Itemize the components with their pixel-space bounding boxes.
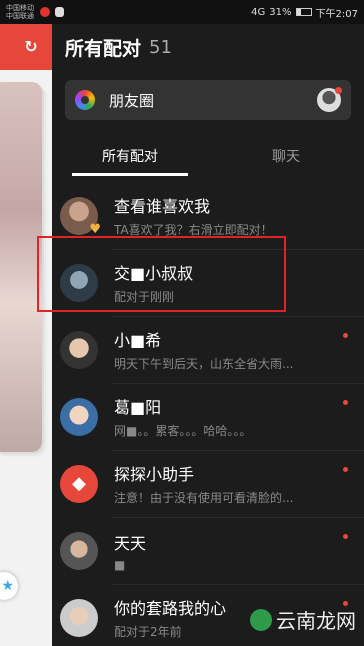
status-right: 4G 31% 下午2:07 xyxy=(251,5,358,20)
fox-logo-icon: ◆ xyxy=(60,464,98,503)
item-name: 探探小助手 xyxy=(114,465,195,484)
unread-dot xyxy=(343,467,348,472)
battery-percent: 31% xyxy=(269,6,292,18)
carrier-info: 中国移动 中国联通 xyxy=(6,4,34,20)
status-bar: 中国移动 中国联通 4G 31% 下午2:07 xyxy=(0,0,364,24)
matches-header: 所有配对 51 xyxy=(52,24,364,70)
profile-card-stack[interactable] xyxy=(0,82,42,452)
moments-color-icon xyxy=(75,90,95,110)
swipe-panel-header: ↻ xyxy=(0,24,52,70)
refresh-icon[interactable]: ↻ xyxy=(22,38,40,56)
list-item[interactable]: 葛■阳 网■。。累客。。。哈哈。。。 xyxy=(52,383,364,450)
item-subtitle: 注意！由于没有使用可看清脸的... xyxy=(114,491,294,505)
unread-dot xyxy=(343,400,348,405)
page-title: 所有配对 xyxy=(65,37,142,60)
avatar: ♥ xyxy=(60,196,101,237)
tab-chat[interactable]: 聊天 xyxy=(208,142,364,176)
carrier-2: 中国联通 xyxy=(6,12,34,20)
notification-icon xyxy=(40,7,50,17)
avatar xyxy=(60,330,98,369)
watermark: 云南龙网 xyxy=(250,605,356,634)
item-name: 葛■阳 xyxy=(114,398,162,417)
list-item[interactable]: 小■希 明天下午到后天，山东全省大雨... xyxy=(52,316,364,383)
list-item[interactable]: ◆ 探探小助手 注意！由于没有使用可看清脸的... xyxy=(52,450,364,517)
highlight-box xyxy=(37,236,286,312)
unread-dot xyxy=(343,333,348,338)
tab-bar: 所有配对 聊天 xyxy=(52,142,364,176)
watermark-text: 云南龙网 xyxy=(276,609,356,633)
signal-label: 4G xyxy=(251,6,266,18)
shield-icon xyxy=(55,7,64,17)
clock: 下午2:07 xyxy=(315,8,358,20)
item-name: 小■希 xyxy=(114,331,162,350)
item-name: 天天 xyxy=(114,533,147,553)
swipe-panel-peek[interactable]: ↻ ★ xyxy=(0,24,52,646)
battery-icon xyxy=(295,8,312,16)
carrier-1: 中国移动 xyxy=(6,4,34,12)
notification-icons xyxy=(40,7,64,17)
item-subtitle: 明天下午到后天，山东全省大雨... xyxy=(114,357,294,371)
avatar xyxy=(60,531,98,570)
list-item[interactable]: 天天 ■ xyxy=(52,517,364,584)
moments-entry[interactable]: 朋友圈 xyxy=(65,80,351,120)
moments-avatar xyxy=(317,87,342,112)
moments-label: 朋友圈 xyxy=(109,91,155,110)
tab-all-matches[interactable]: 所有配对 xyxy=(52,142,208,176)
star-icon[interactable]: ★ xyxy=(0,572,18,600)
watermark-logo-icon xyxy=(250,608,272,631)
match-count: 51 xyxy=(149,36,172,58)
matches-panel: 所有配对 51 朋友圈 所有配对 聊天 ♥ 查看谁喜欢我 TA喜欢了我？右滑立即… xyxy=(52,24,364,646)
heart-icon: ♥ xyxy=(89,221,101,237)
unread-dot xyxy=(343,534,348,539)
item-name: 查看谁喜欢我 xyxy=(114,197,211,216)
avatar xyxy=(60,598,98,637)
item-subtitle: 网■。。累客。。。哈哈。。。 xyxy=(114,424,252,438)
avatar xyxy=(60,397,98,436)
item-subtitle: ■ xyxy=(114,557,126,572)
